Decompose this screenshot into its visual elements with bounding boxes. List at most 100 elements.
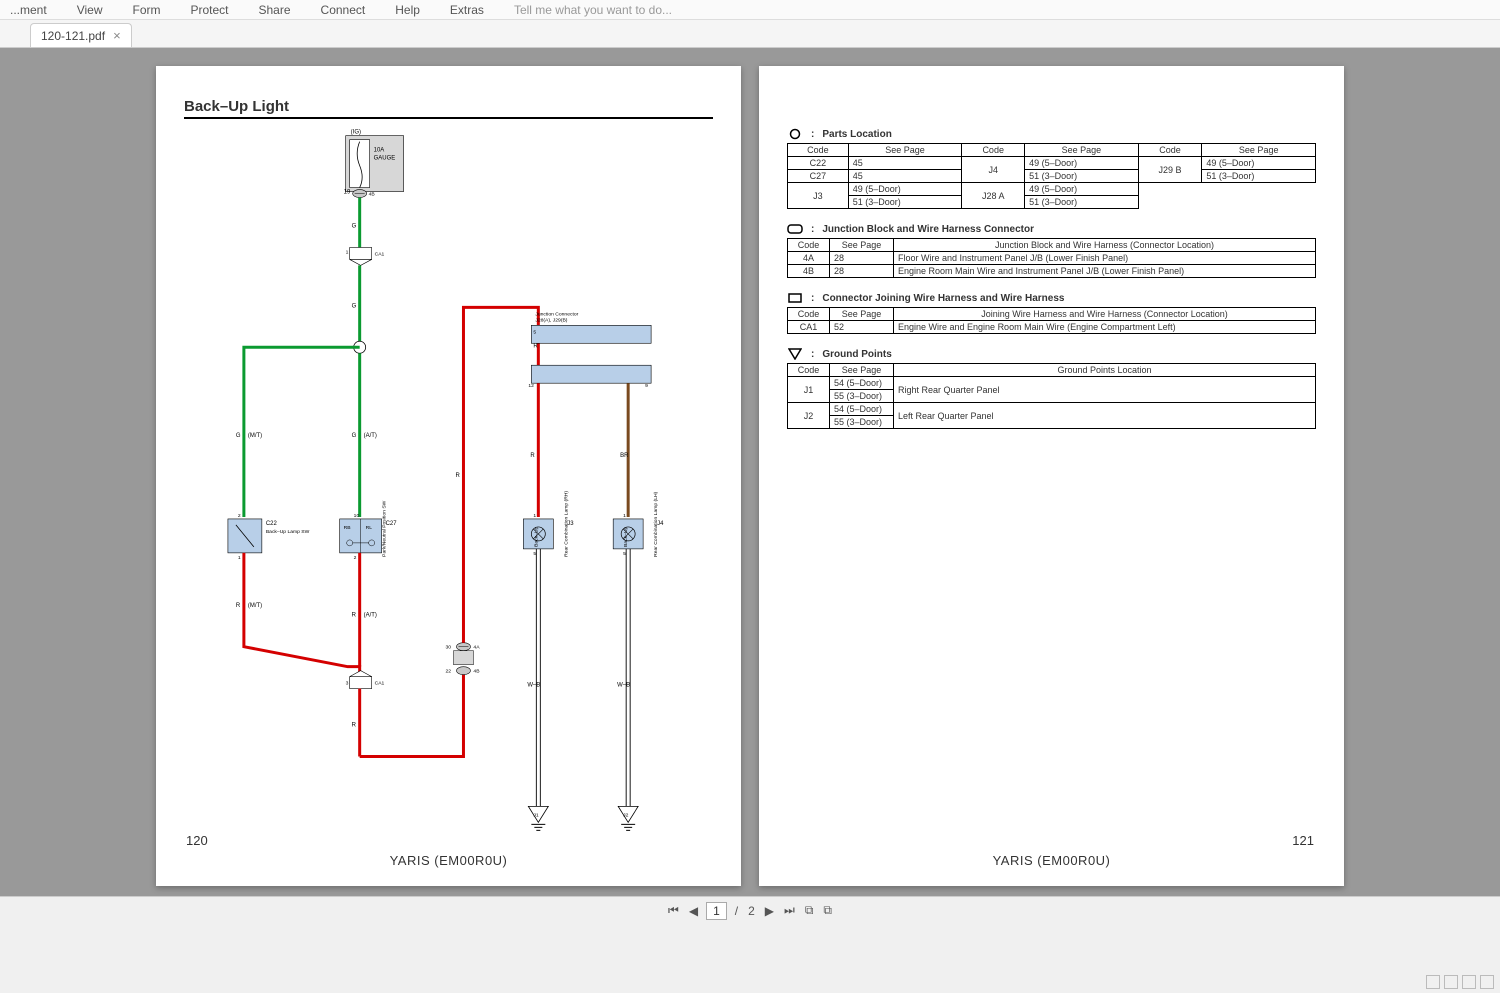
page-footer: YARIS (EM00R0U) bbox=[993, 853, 1111, 868]
svg-text:2: 2 bbox=[354, 555, 357, 561]
fuse-id: (IG) bbox=[351, 130, 361, 136]
svg-text:1: 1 bbox=[623, 513, 626, 519]
prev-page-icon[interactable]: ◀ bbox=[687, 904, 700, 918]
svg-text:4B: 4B bbox=[369, 192, 376, 198]
svg-text:4A: 4A bbox=[473, 645, 480, 651]
svg-text:R: R bbox=[236, 603, 241, 609]
menu-item[interactable]: Form bbox=[132, 3, 160, 17]
layout-icon[interactable]: ⧉ bbox=[821, 903, 834, 918]
pdf-page-left: Back–Up Light (IG) 10A GAUGE 19 4B G 1 C… bbox=[156, 66, 741, 886]
svg-text:R: R bbox=[352, 613, 357, 619]
svg-text:2: 2 bbox=[238, 513, 241, 519]
connector-joining-table: CodeSee PageJoining Wire Harness and Wir… bbox=[787, 307, 1316, 334]
svg-text:12: 12 bbox=[528, 383, 534, 389]
menu-item[interactable]: Share bbox=[259, 3, 291, 17]
svg-text:Park/Neutral Position SW: Park/Neutral Position SW bbox=[382, 500, 388, 557]
svg-text:Back–Up: Back–Up bbox=[533, 526, 539, 546]
page-footer: YARIS (EM00R0U) bbox=[390, 853, 508, 868]
tab-bar: 120-121.pdf × bbox=[0, 20, 1500, 48]
last-page-icon[interactable]: ⏭ bbox=[782, 903, 797, 918]
svg-text:3: 3 bbox=[346, 681, 349, 687]
view-icon[interactable] bbox=[1480, 975, 1494, 989]
junction-block-section: :Junction Block and Wire Harness Connect… bbox=[787, 223, 1316, 278]
page-input[interactable]: 1 bbox=[706, 902, 727, 920]
triangle-icon bbox=[787, 348, 803, 360]
svg-text:R: R bbox=[533, 343, 538, 349]
section-title: Junction Block and Wire Harness Connecto… bbox=[822, 224, 1034, 235]
svg-text:1: 1 bbox=[346, 249, 349, 255]
menu-item[interactable]: Help bbox=[395, 3, 420, 17]
view-mode-icons bbox=[1426, 975, 1494, 989]
rounded-rect-icon bbox=[787, 223, 803, 235]
svg-text:10: 10 bbox=[354, 513, 360, 519]
circle-icon bbox=[787, 128, 803, 140]
menu-item[interactable]: Protect bbox=[190, 3, 228, 17]
svg-text:1: 1 bbox=[533, 513, 536, 519]
section-title: Connector Joining Wire Harness and Wire … bbox=[822, 293, 1064, 304]
svg-text:R: R bbox=[352, 723, 357, 729]
svg-text:(A/T): (A/T) bbox=[364, 433, 377, 439]
menu-item[interactable]: ...ment bbox=[10, 3, 47, 17]
svg-text:W–B: W–B bbox=[617, 683, 630, 689]
parts-location-section: :Parts Location CodeSee PageCodeSee Page… bbox=[787, 128, 1316, 209]
next-page-icon[interactable]: ▶ bbox=[763, 904, 776, 918]
page-nav-bar: ⏮ ◀ 1 / 2 ▶ ⏭ ⧉ ⧉ bbox=[0, 896, 1500, 924]
menu-item[interactable]: Extras bbox=[450, 3, 484, 17]
svg-text:J28(A), J29(B): J28(A), J29(B) bbox=[535, 317, 567, 323]
svg-text:G: G bbox=[352, 303, 357, 309]
svg-text:J1: J1 bbox=[533, 812, 538, 818]
svg-text:RB: RB bbox=[344, 525, 352, 531]
svg-text:1: 1 bbox=[238, 555, 241, 561]
svg-text:Back–Up: Back–Up bbox=[623, 526, 629, 546]
svg-text:22: 22 bbox=[446, 669, 452, 675]
svg-text:C22: C22 bbox=[266, 521, 278, 527]
menu-item[interactable]: Connect bbox=[321, 3, 366, 17]
file-tab[interactable]: 120-121.pdf × bbox=[30, 23, 132, 47]
svg-text:G: G bbox=[352, 223, 357, 229]
junction-block-table: CodeSee PageJunction Block and Wire Harn… bbox=[787, 238, 1316, 278]
view-icon[interactable] bbox=[1462, 975, 1476, 989]
ground-points-section: :Ground Points CodeSee PageGround Points… bbox=[787, 348, 1316, 429]
parts-location-table: CodeSee PageCodeSee PageCodeSee Page C22… bbox=[787, 143, 1316, 209]
svg-text:Junction Connector: Junction Connector bbox=[535, 311, 578, 317]
svg-text:G: G bbox=[236, 433, 241, 439]
svg-text:(M/T): (M/T) bbox=[248, 433, 262, 439]
first-page-icon[interactable]: ⏮ bbox=[666, 903, 681, 918]
search-hint[interactable]: Tell me what you want to do... bbox=[514, 3, 672, 17]
svg-text:BR: BR bbox=[620, 453, 629, 459]
svg-text:R: R bbox=[530, 453, 535, 459]
ground-points-table: CodeSee PageGround Points Location J154 … bbox=[787, 363, 1316, 429]
square-icon bbox=[787, 292, 803, 304]
svg-text:Rear Combination Lamp (RH): Rear Combination Lamp (RH) bbox=[563, 491, 569, 557]
svg-text:CA1: CA1 bbox=[375, 681, 385, 687]
svg-text:W–B: W–B bbox=[527, 683, 540, 689]
tab-label: 120-121.pdf bbox=[41, 29, 105, 43]
fuse-label: 10A bbox=[374, 148, 385, 154]
layout-icon[interactable]: ⧉ bbox=[803, 903, 816, 918]
connector-joining-section: :Connector Joining Wire Harness and Wire… bbox=[787, 292, 1316, 334]
document-viewer[interactable]: Back–Up Light (IG) 10A GAUGE 19 4B G 1 C… bbox=[0, 48, 1500, 896]
svg-text:19: 19 bbox=[344, 190, 351, 196]
close-icon[interactable]: × bbox=[113, 28, 121, 43]
page-total: 2 bbox=[746, 904, 757, 918]
svg-text:9: 9 bbox=[645, 383, 648, 389]
svg-text:GAUGE: GAUGE bbox=[374, 156, 396, 162]
svg-text:J2: J2 bbox=[623, 812, 628, 818]
svg-text:(A/T): (A/T) bbox=[364, 613, 377, 619]
page-number: 121 bbox=[1292, 833, 1314, 848]
section-title: Ground Points bbox=[822, 349, 891, 360]
view-icon[interactable] bbox=[1444, 975, 1458, 989]
svg-text:CA1: CA1 bbox=[375, 251, 385, 257]
svg-text:RL: RL bbox=[366, 525, 373, 531]
section-title: Parts Location bbox=[822, 129, 891, 140]
wiring-diagram: (IG) 10A GAUGE 19 4B G 1 CA1 G G (M/T) bbox=[184, 127, 713, 847]
pdf-page-right: :Parts Location CodeSee PageCodeSee Page… bbox=[759, 66, 1344, 886]
svg-text:Back–Up Lamp SW: Back–Up Lamp SW bbox=[266, 529, 310, 535]
page-sep: / bbox=[733, 904, 740, 918]
svg-text:5: 5 bbox=[533, 329, 536, 335]
svg-text:(M/T): (M/T) bbox=[248, 603, 262, 609]
view-icon[interactable] bbox=[1426, 975, 1440, 989]
menu-item[interactable]: View bbox=[77, 3, 103, 17]
page-number: 120 bbox=[186, 833, 208, 848]
svg-text:30: 30 bbox=[446, 645, 452, 651]
